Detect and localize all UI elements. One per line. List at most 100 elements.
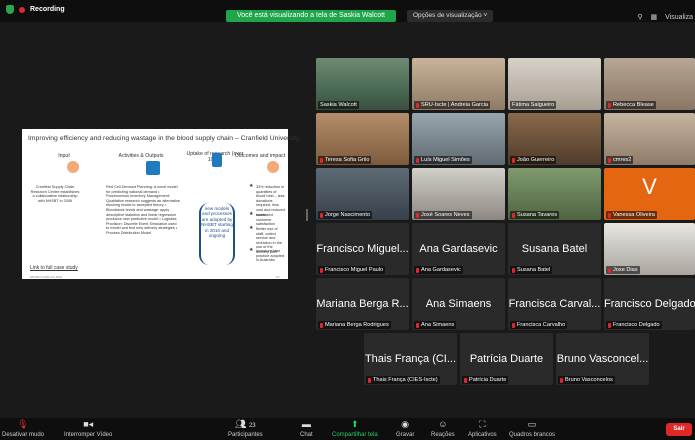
stop-video-button[interactable]: ■◂ Interromper Vídeo bbox=[64, 419, 112, 438]
participant-tile[interactable]: Teresa Sofia Grilo bbox=[316, 113, 409, 165]
participant-tile[interactable]: Thais França (CI... Thais França (CIES-I… bbox=[364, 333, 457, 385]
view-options-button[interactable]: Opções de visualização ˅ bbox=[407, 10, 494, 22]
record-icon: ◉ bbox=[401, 419, 410, 429]
mic-muted-icon bbox=[416, 322, 419, 328]
split-view-divider[interactable] bbox=[306, 209, 308, 221]
participant-tile[interactable]: Rebecca Blease bbox=[604, 58, 695, 110]
participant-name-label: João Guerreiro bbox=[510, 156, 557, 164]
share-screen-label: Compartilhar tela bbox=[332, 432, 378, 438]
participant-display-name: Mariana Berga R... bbox=[316, 297, 409, 310]
participant-display-name: Patrícia Duarte bbox=[469, 352, 544, 365]
slide-title: Improving efficiency and reducing wastag… bbox=[28, 135, 300, 142]
meeting-top-bar: Recording Você está visualizando a tela … bbox=[0, 0, 695, 22]
outcome-star-icon: ★ bbox=[249, 183, 254, 189]
participant-name-label: Teresa Sofia Grilo bbox=[318, 156, 372, 164]
mic-muted-icon bbox=[416, 267, 419, 273]
chat-label: Chat bbox=[300, 432, 313, 438]
reactions-icon: ☺ bbox=[438, 419, 448, 429]
whiteboards-button[interactable]: ▭ Quadros brancos bbox=[509, 419, 555, 438]
participant-tile[interactable]: cmres2 bbox=[604, 113, 695, 165]
participant-tile[interactable]: Susana Batel Susana Batel bbox=[508, 223, 601, 275]
mic-muted-icon bbox=[320, 212, 323, 218]
participant-tile[interactable]: Francisco Delgado Francisco Delgado bbox=[604, 278, 695, 330]
participant-display-name: Francisco Delgado bbox=[604, 297, 695, 310]
outcome-star-icon: ★ bbox=[249, 225, 254, 231]
participant-tile[interactable]: Saskia Walcott bbox=[316, 58, 409, 110]
participant-tile[interactable]: Mariana Berga R... Mariana Berga Rodrigu… bbox=[316, 278, 409, 330]
participant-tile[interactable]: Jose Dias bbox=[604, 223, 695, 275]
mic-muted-icon bbox=[320, 322, 323, 328]
mic-muted-icon bbox=[416, 102, 419, 108]
participant-tile[interactable]: José Soares Neves bbox=[412, 168, 505, 220]
unmute-button[interactable]: 🎙︎ Desativar mudo bbox=[2, 419, 44, 438]
participant-display-name: Francisca Carval... bbox=[508, 297, 601, 310]
reactions-button[interactable]: ☺ Reações bbox=[431, 419, 455, 438]
participant-tile[interactable]: Francisca Carval... Francisca Carvalho bbox=[508, 278, 601, 330]
participant-tile[interactable]: Luís Miguel Simões bbox=[412, 113, 505, 165]
participants-icon: 👥︎ 23 bbox=[235, 419, 256, 429]
participant-display-name: Susana Batel bbox=[521, 242, 588, 255]
participant-name: José Soares Neves bbox=[421, 212, 470, 218]
participant-tile[interactable]: Bruno Vasconcel... Bruno Vasconcelos bbox=[556, 333, 649, 385]
column-outcomes-header: Outcomes and impact bbox=[234, 153, 286, 159]
whiteboards-label: Quadros brancos bbox=[509, 432, 556, 438]
apps-icon: ⛶ bbox=[479, 419, 486, 429]
leave-meeting-button[interactable]: Sair bbox=[666, 423, 692, 436]
user-icon[interactable]: ⚲ bbox=[637, 14, 642, 21]
mic-muted-icon bbox=[608, 157, 611, 163]
participant-tile[interactable]: Patrícia Duarte Patrícia Duarte bbox=[460, 333, 553, 385]
view-icon[interactable]: ▦ bbox=[651, 14, 658, 21]
apps-label: Aplicativos bbox=[468, 432, 497, 438]
shared-screen-slide: Improving efficiency and reducing wastag… bbox=[22, 129, 300, 279]
participant-name: Jorge Nascimento bbox=[325, 212, 371, 218]
meeting-toolbar: 🎙︎ Desativar mudo ■◂ Interromper Vídeo 👥… bbox=[0, 418, 695, 440]
slide-page-number: 10 bbox=[276, 275, 280, 279]
participant-tile[interactable]: Susana Tavares bbox=[508, 168, 601, 220]
security-shield-icon[interactable] bbox=[6, 5, 14, 14]
participant-tile[interactable]: João Guerreiro bbox=[508, 113, 601, 165]
participant-tile[interactable]: V Vanessa Oliveira bbox=[604, 168, 695, 220]
outcome-star-icon: ★ bbox=[249, 247, 254, 253]
participant-name: Susana Batel bbox=[517, 267, 551, 273]
chat-button[interactable]: ▬ Chat bbox=[300, 419, 313, 438]
record-button[interactable]: ◉ Gravar bbox=[396, 419, 414, 438]
participant-tile[interactable]: Francisco Miguel... Francisco Miguel Pau… bbox=[316, 223, 409, 275]
participants-button[interactable]: 👥︎ 23 Participantes bbox=[228, 419, 263, 438]
participant-tile[interactable]: Fátima Salgueiro bbox=[508, 58, 601, 110]
uptake-brace: new models and processes are adopted by … bbox=[199, 203, 235, 265]
outcome-2: Increased customer satisfaction bbox=[256, 213, 275, 227]
participant-display-name: Francisco Miguel... bbox=[316, 242, 409, 255]
participant-name: Patrícia Duarte bbox=[469, 377, 507, 383]
participants-label: Participantes bbox=[228, 432, 263, 438]
participant-name-label: Susana Batel bbox=[510, 266, 553, 274]
input-description: Cranfield Supply Chain Research Centre e… bbox=[30, 185, 80, 203]
whiteboard-icon: ▭ bbox=[527, 419, 537, 429]
case-study-link[interactable]: Link to full case study bbox=[30, 265, 78, 271]
apps-button[interactable]: ⛶ Aplicativos bbox=[468, 419, 497, 438]
participant-name-label: Francisca Carvalho bbox=[510, 321, 568, 329]
participant-name-label: Thais França (CIES-Iscte) bbox=[366, 376, 440, 384]
mic-muted-icon bbox=[512, 267, 515, 273]
mic-off-icon: 🎙︎ bbox=[17, 419, 29, 429]
participant-name: Rebecca Blease bbox=[613, 102, 654, 108]
participant-display-name: Thais França (CI... bbox=[364, 352, 457, 365]
record-label: Gravar bbox=[396, 432, 415, 438]
mic-muted-icon bbox=[608, 102, 611, 108]
participant-tile[interactable]: Ana Simaens Ana Simaens bbox=[412, 278, 505, 330]
participant-name: Francisco Delgado bbox=[613, 322, 660, 328]
unmute-label: Desativar mudo bbox=[2, 432, 45, 438]
participant-name: Luís Miguel Simões bbox=[421, 157, 470, 163]
participant-tile[interactable]: Ana Gardasevic Ana Gardasevic bbox=[412, 223, 505, 275]
participant-tile[interactable]: Jorge Nascimento bbox=[316, 168, 409, 220]
view-mode-label[interactable]: Visualiza bbox=[665, 14, 693, 21]
share-screen-button[interactable]: ⬆ Compartilhar tela bbox=[332, 419, 378, 438]
mic-muted-icon bbox=[608, 212, 611, 218]
uptake-text: new models and processes are adopted by … bbox=[201, 206, 233, 239]
column-activities-header: Activities & Outputs bbox=[118, 153, 164, 159]
mic-muted-icon bbox=[464, 377, 467, 383]
mic-muted-icon bbox=[608, 322, 611, 328]
participant-name-label: Rebecca Blease bbox=[606, 101, 656, 109]
participant-tile[interactable]: SRU-Iscte | Andreia Garcia bbox=[412, 58, 505, 110]
participant-name: Ana Gardasevic bbox=[421, 267, 461, 273]
column-input-header: Input bbox=[58, 153, 70, 159]
